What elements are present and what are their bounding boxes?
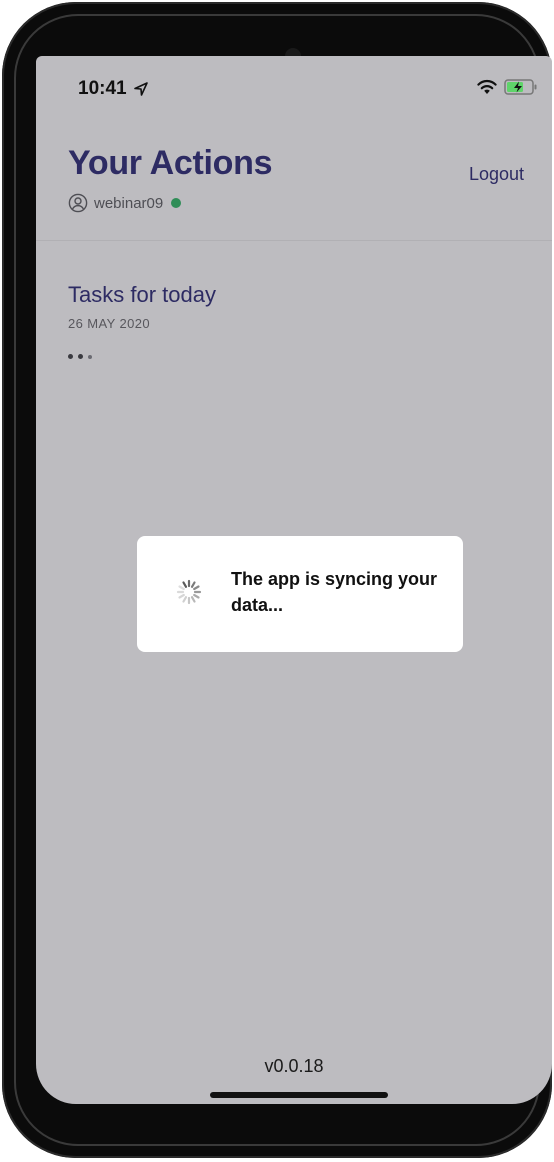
user-row: webinar09 bbox=[68, 192, 182, 214]
loading-dots bbox=[68, 354, 92, 359]
username: webinar09 bbox=[94, 194, 164, 212]
section-title: Tasks for today bbox=[68, 282, 216, 307]
app-screen: 10:41 Your Actions webinar09 Logout Task… bbox=[36, 56, 552, 1104]
sync-modal: The app is syncing your data... bbox=[137, 536, 463, 652]
loading-dot bbox=[68, 354, 73, 359]
home-indicator[interactable] bbox=[210, 1092, 388, 1098]
status-bar: 10:41 bbox=[36, 56, 552, 116]
app-header: Your Actions webinar09 Logout bbox=[36, 116, 552, 241]
page-title: Your Actions bbox=[68, 144, 273, 182]
sync-message: The app is syncing your data... bbox=[231, 569, 438, 615]
stage: 10:41 Your Actions webinar09 Logout Task… bbox=[0, 0, 554, 1162]
user-circle-icon bbox=[68, 193, 88, 213]
section-date: 26 MAY 2020 bbox=[68, 316, 150, 331]
app-version: v0.0.18 bbox=[264, 1056, 324, 1076]
battery-charging-icon bbox=[504, 79, 537, 95]
wifi-icon bbox=[477, 79, 497, 94]
online-status-dot bbox=[171, 198, 182, 208]
loading-dot bbox=[88, 354, 92, 359]
location-arrow-icon bbox=[134, 82, 148, 96]
spinner-icon bbox=[176, 579, 202, 605]
logout-button[interactable]: Logout bbox=[469, 164, 524, 185]
loading-dot bbox=[78, 354, 83, 359]
status-time: 10:41 bbox=[78, 78, 127, 99]
